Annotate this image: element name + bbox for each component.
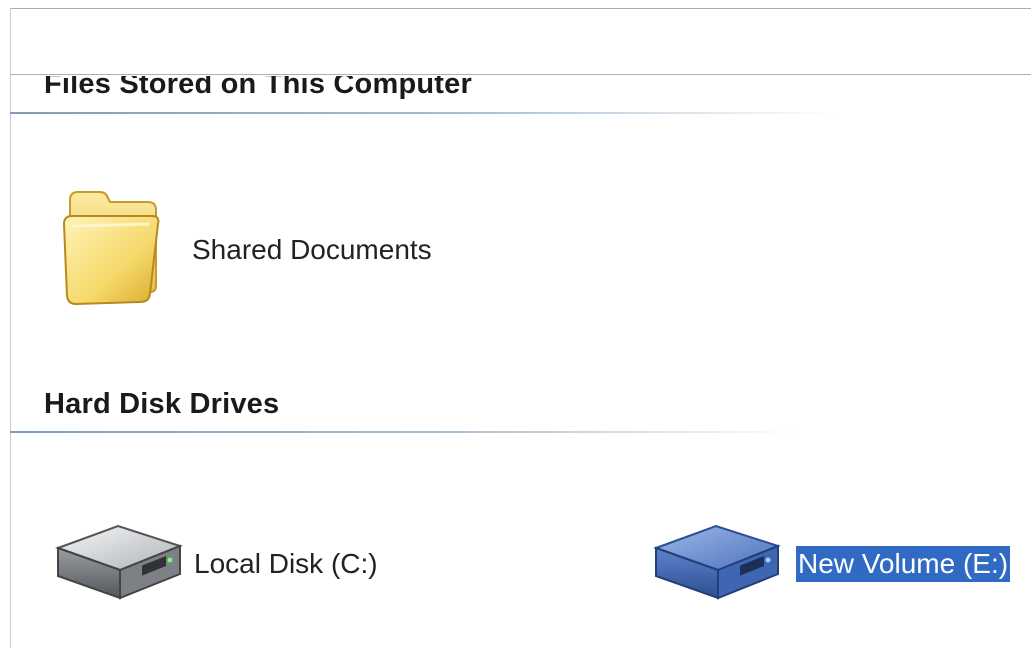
window-top-border xyxy=(10,8,1031,9)
group-header-hard-disk-drives: Hard Disk Drives xyxy=(44,388,280,420)
item-label: Local Disk (C:) xyxy=(194,547,378,579)
hard-disk-icon xyxy=(52,518,184,609)
folder-icon xyxy=(60,186,160,313)
group-top-rule xyxy=(10,74,1031,75)
hard-disk-icon xyxy=(650,518,782,609)
item-shared-documents[interactable]: Shared Documents xyxy=(60,186,434,313)
item-local-disk-c[interactable]: Local Disk (C:) xyxy=(52,518,380,609)
item-new-volume-e[interactable]: New Volume (E:) xyxy=(650,518,1011,609)
group-header-files: Files Stored on This Computer xyxy=(44,68,472,100)
group-divider-hard-disk-drives xyxy=(10,431,800,433)
item-label: New Volume (E:) xyxy=(796,545,1011,582)
item-label: Shared Documents xyxy=(192,233,432,265)
group-divider-files xyxy=(10,112,840,114)
window-left-border xyxy=(10,8,11,648)
